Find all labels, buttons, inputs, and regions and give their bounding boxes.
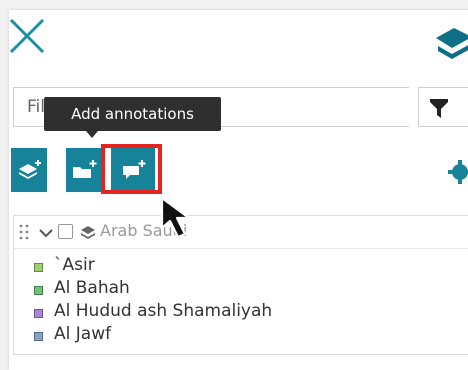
layers-icon [81, 226, 95, 239]
tooltip: Add annotations [44, 97, 221, 131]
settings-button[interactable] [448, 160, 468, 188]
drag-handle-icon[interactable] [19, 224, 29, 240]
add-layer-button[interactable] [11, 148, 47, 192]
gear-icon [448, 160, 468, 184]
layer-name: Arab Saudi [100, 221, 188, 240]
legend-label: Al Hudud ash Shamaliyah [54, 301, 273, 321]
folder-plus-icon [73, 160, 97, 178]
chevron-down-icon[interactable] [39, 229, 53, 238]
legend-swatch [34, 263, 43, 272]
layer-row: Arab Saudi [14, 216, 468, 249]
filter-button[interactable] [418, 87, 468, 127]
layer-tree: Arab Saudi `Asir Al Bahah Al Hudud ash Sha… [13, 215, 468, 355]
legend-swatch [34, 286, 43, 295]
layer-visibility-checkbox[interactable] [58, 224, 73, 239]
funnel-icon [430, 99, 448, 118]
highlight-box [101, 144, 162, 194]
close-icon [9, 18, 45, 54]
layers-button[interactable] [432, 24, 468, 59]
add-folder-button[interactable] [66, 148, 102, 192]
legend-swatch [34, 309, 43, 318]
legend-swatch [34, 332, 43, 341]
layers-plus-icon [19, 160, 41, 179]
legend-label: Al Bahah [54, 278, 130, 298]
tooltip-arrow [86, 131, 98, 138]
legend-label: Al Jawf [54, 324, 112, 344]
layers-icon [436, 28, 468, 59]
close-button[interactable] [8, 17, 46, 55]
legend-label: `Asir [54, 255, 95, 275]
